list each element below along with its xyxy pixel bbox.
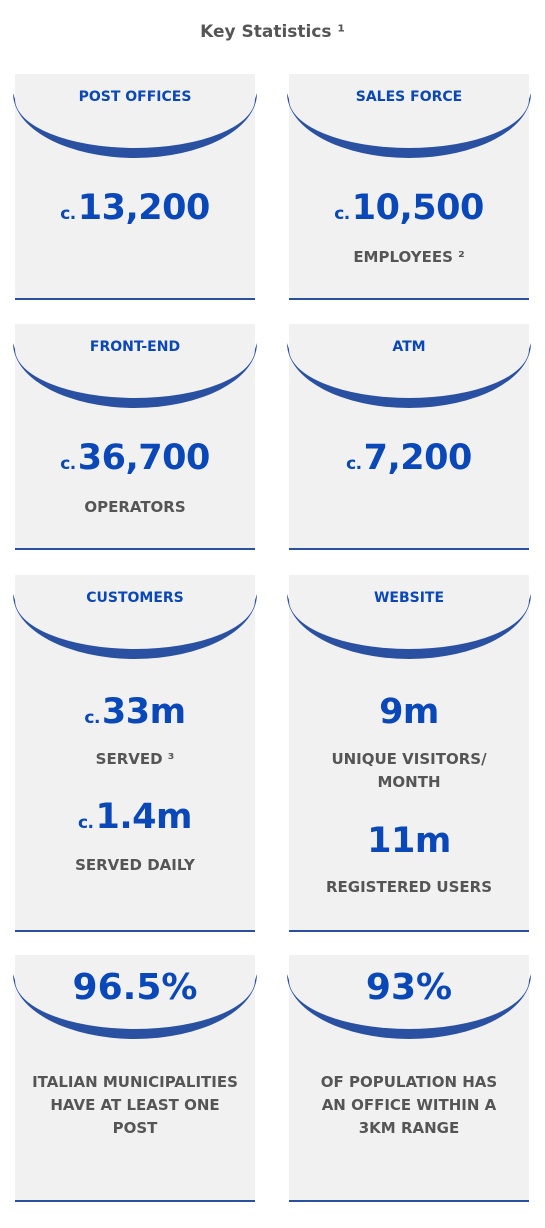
stat-label: EMPLOYEES ² bbox=[353, 248, 465, 266]
arc-decoration bbox=[13, 594, 257, 659]
card-sales-force: SALES FORCE c.10,500 EMPLOYEES ² bbox=[287, 74, 531, 300]
stat-value: c.13,200 bbox=[60, 188, 210, 228]
stat-value-2: c.1.4m bbox=[77, 797, 193, 837]
card-website: WEBSITE 9m UNIQUE VISITORS/ MONTH 11m RE… bbox=[287, 575, 531, 932]
card-heading: SALES FORCE bbox=[355, 89, 463, 105]
stat-label: ITALIAN MUNICIPALITIES HAVE AT LEAST ONE… bbox=[32, 1073, 238, 1137]
card-heading: POST OFFICES bbox=[78, 89, 192, 105]
card-population: 93% OF POPULATION HAS AN OFFICE WITHIN A… bbox=[287, 955, 531, 1202]
card-municipalities: 96.5% ITALIAN MUNICIPALITIES HAVE AT LEA… bbox=[13, 955, 257, 1202]
stat-value: c.33m bbox=[84, 692, 186, 732]
arc-decoration bbox=[287, 93, 531, 158]
stat-label-2: SERVED DAILY bbox=[75, 856, 195, 874]
stat-label: UNIQUE VISITORS/ MONTH bbox=[331, 750, 487, 791]
page-title: Key Statistics ¹ bbox=[200, 22, 345, 42]
stat-label: SERVED ³ bbox=[95, 750, 175, 768]
stat-label-2: REGISTERED USERS bbox=[325, 878, 493, 896]
card-front-end: FRONT-END c.36,700 OPERATORS bbox=[13, 324, 257, 550]
arc-decoration bbox=[13, 343, 257, 408]
card-heading: ATM bbox=[392, 339, 426, 355]
stat-value: c.7,200 bbox=[346, 438, 472, 478]
card-heading: 96.5% bbox=[72, 967, 198, 1008]
stat-value: c.10,500 bbox=[334, 188, 484, 228]
stat-label: OPERATORS bbox=[84, 498, 186, 516]
arc-decoration bbox=[287, 343, 531, 408]
card-heading: 93% bbox=[365, 967, 453, 1008]
card-heading: WEBSITE bbox=[373, 590, 445, 606]
card-heading: CUSTOMERS bbox=[86, 590, 184, 606]
card-atm: ATM c.7,200 bbox=[287, 324, 531, 550]
arc-decoration bbox=[287, 594, 531, 659]
stat-value-2: 11m bbox=[367, 821, 451, 861]
stat-value: 9m bbox=[379, 692, 439, 732]
card-customers: CUSTOMERS c.33m SERVED ³ c.1.4m SERVED D… bbox=[13, 575, 257, 932]
arc-decoration bbox=[13, 93, 257, 158]
stat-value: c.36,700 bbox=[60, 438, 210, 478]
card-heading: FRONT-END bbox=[89, 339, 181, 355]
card-post-offices: POST OFFICES c.13,200 bbox=[13, 74, 257, 300]
stat-label: OF POPULATION HAS AN OFFICE WITHIN A 3KM… bbox=[320, 1073, 498, 1137]
